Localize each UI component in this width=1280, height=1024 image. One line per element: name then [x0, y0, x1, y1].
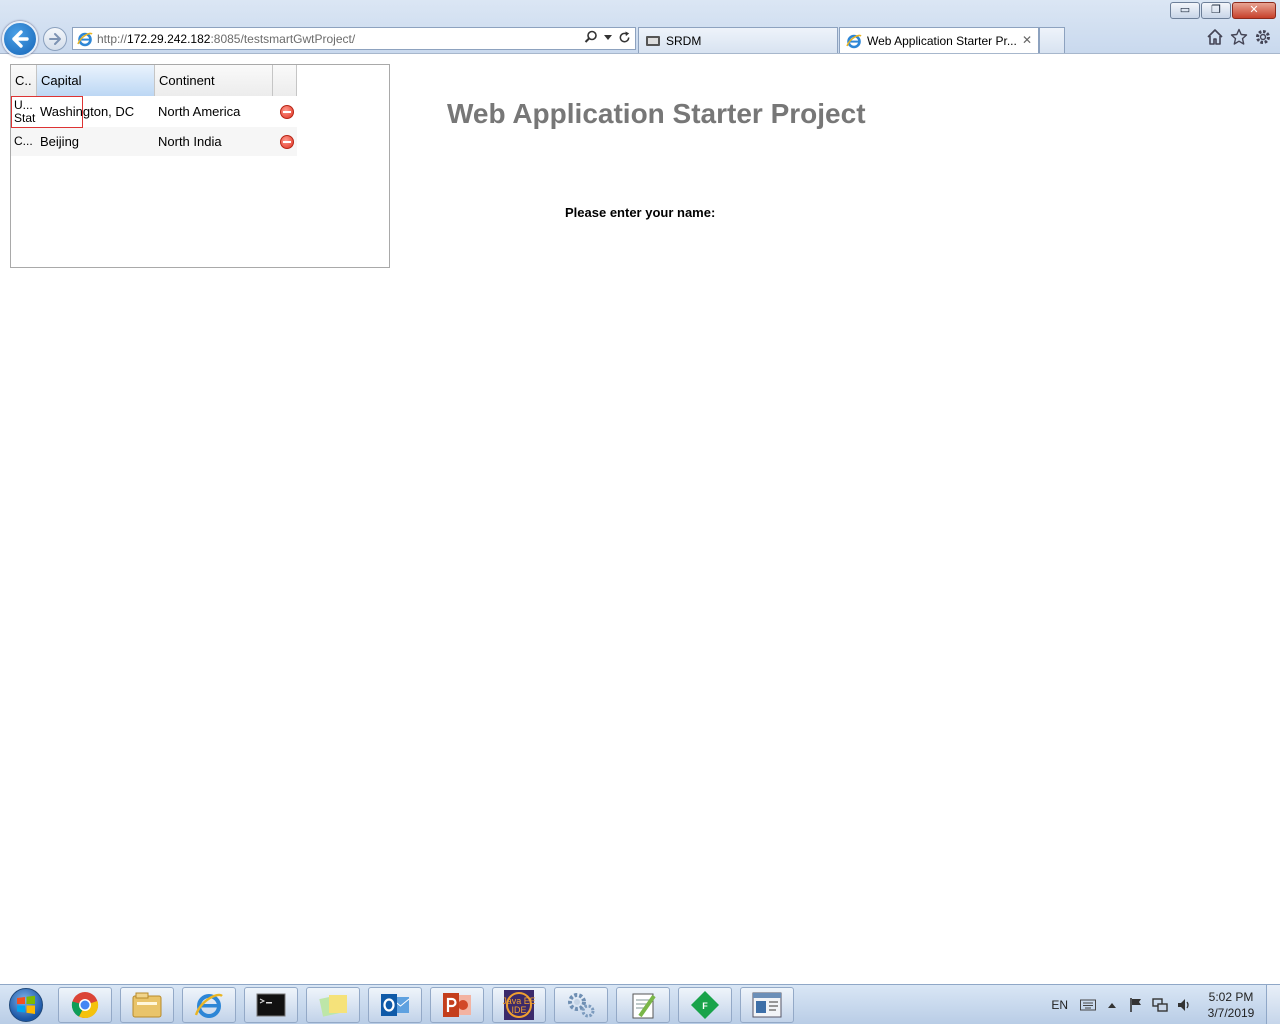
clock[interactable]: 5:02 PM 3/7/2019 — [1196, 989, 1266, 1021]
grid-header: C.. Capital Continent — [11, 65, 297, 96]
refresh-icon[interactable] — [618, 30, 631, 44]
window-controls: ▭ ❐ ✕ — [1169, 2, 1276, 19]
restore-button[interactable]: ❐ — [1201, 2, 1231, 19]
browser-chrome: ▭ ❐ ✕ http://172.29.242.182:8085/testsma… — [0, 0, 1280, 57]
back-button[interactable] — [2, 21, 38, 57]
notes-icon — [319, 995, 347, 1017]
app-f-label: F — [702, 1001, 708, 1011]
outlook-icon — [381, 994, 410, 1016]
back-arrow-icon — [12, 30, 29, 48]
taskbar-notepadpp[interactable] — [616, 987, 670, 1023]
srdm-tab-icon — [646, 35, 660, 46]
forward-button[interactable] — [43, 27, 67, 51]
forward-arrow-icon — [49, 33, 61, 45]
cell-capital[interactable]: Washington, DC — [37, 104, 155, 119]
cmd-icon — [256, 993, 286, 1017]
page-title: Web Application Starter Project — [447, 98, 866, 129]
table-row[interactable]: U... Stat Washington, DC North America — [11, 97, 297, 126]
language-indicator[interactable]: EN — [1051, 998, 1068, 1012]
volume-icon[interactable] — [1176, 997, 1192, 1013]
gear-icon[interactable] — [1254, 28, 1272, 46]
cell-country-line2: Stat — [14, 110, 36, 125]
browser-toolbar-icons — [1206, 28, 1272, 46]
column-header-capital[interactable]: Capital — [37, 65, 155, 96]
taskbar-chrome[interactable] — [58, 987, 112, 1023]
cell-continent[interactable]: North America — [155, 104, 273, 119]
dropdown-arrow-icon[interactable] — [604, 33, 612, 41]
table-row[interactable]: C... Beijing North India — [11, 127, 297, 156]
cell-country[interactable]: C... — [11, 135, 37, 148]
tab-web-application[interactable]: Web Application Starter Pr... ✕ — [839, 27, 1039, 53]
column-header-country[interactable]: C.. — [11, 65, 37, 96]
taskbar-settings[interactable] — [554, 987, 608, 1023]
notepadpp-icon — [632, 993, 656, 1019]
column-header-continent[interactable]: Continent — [155, 65, 273, 96]
cell-country-line1: U... — [14, 98, 33, 112]
address-tools — [584, 30, 631, 44]
close-button[interactable]: ✕ — [1232, 2, 1276, 19]
ie-tab-icon — [846, 34, 862, 48]
explorer-icon — [132, 992, 162, 1018]
cell-capital[interactable]: Beijing — [37, 134, 155, 149]
show-desktop-button[interactable] — [1266, 985, 1280, 1024]
tab-srdm[interactable]: SRDM — [638, 27, 838, 53]
taskbar-ie[interactable] — [182, 987, 236, 1023]
remove-icon — [279, 134, 294, 149]
cell-country[interactable]: U... Stat — [11, 99, 37, 125]
app-f-icon: F — [691, 991, 719, 1019]
countries-grid: C.. Capital Continent U... Stat Washingt… — [10, 64, 390, 268]
cell-country-line1: C... — [14, 135, 33, 148]
remove-record-button[interactable] — [273, 104, 297, 119]
taskbar-explorer[interactable] — [120, 987, 174, 1023]
tab-label: SRDM — [666, 33, 702, 48]
home-icon[interactable] — [1206, 28, 1224, 46]
windows-logo-icon — [9, 988, 43, 1022]
favorites-star-icon[interactable] — [1230, 28, 1248, 46]
window-icon — [752, 992, 782, 1018]
chevron-up-icon[interactable] — [1104, 997, 1120, 1013]
taskbar-powerpoint[interactable] — [430, 987, 484, 1023]
settings-icon — [568, 993, 595, 1018]
address-bar[interactable]: http://172.29.242.182:8085/testsmartGwtP… — [72, 27, 636, 50]
eclipse-label-line2: IDE — [511, 1005, 526, 1015]
ie-icon — [194, 993, 223, 1018]
chrome-icon — [71, 992, 99, 1019]
tab-label: Web Application Starter Pr... — [867, 33, 1017, 48]
cell-continent[interactable]: North India — [155, 134, 273, 149]
clock-time: 5:02 PM — [1208, 990, 1254, 1004]
clock-date: 3/7/2019 — [1207, 1006, 1255, 1020]
url-text: http://172.29.242.182:8085/testsmartGwtP… — [97, 31, 356, 46]
tab-close-icon[interactable]: ✕ — [1022, 33, 1032, 47]
remove-icon — [279, 104, 294, 119]
ie-page-icon — [77, 32, 93, 46]
remove-record-button[interactable] — [273, 134, 297, 149]
taskbar-outlook[interactable] — [368, 987, 422, 1023]
name-prompt-label: Please enter your name: — [565, 205, 716, 220]
powerpoint-icon — [443, 993, 471, 1017]
new-tab-button[interactable] — [1039, 27, 1065, 53]
keyboard-icon[interactable] — [1080, 997, 1096, 1013]
eclipse-icon: Java EE IDE — [503, 990, 535, 1020]
taskbar-sticky-notes[interactable] — [306, 987, 360, 1023]
taskbar: Java EE IDE F EN 5:02 PM 3/7/2019 — [0, 984, 1280, 1024]
minimize-button[interactable]: ▭ — [1170, 2, 1200, 19]
flag-icon[interactable] — [1128, 997, 1144, 1013]
taskbar-eclipse[interactable]: Java EE IDE — [492, 987, 546, 1023]
taskbar-window-app[interactable] — [740, 987, 794, 1023]
start-button[interactable] — [4, 987, 48, 1023]
network-icon[interactable] — [1152, 997, 1168, 1013]
column-header-remove — [273, 65, 297, 96]
search-icon[interactable] — [584, 30, 598, 44]
taskbar-app-f[interactable]: F — [678, 987, 732, 1023]
system-tray: EN 5:02 PM 3/7/2019 — [1051, 985, 1280, 1024]
taskbar-cmd[interactable] — [244, 987, 298, 1023]
